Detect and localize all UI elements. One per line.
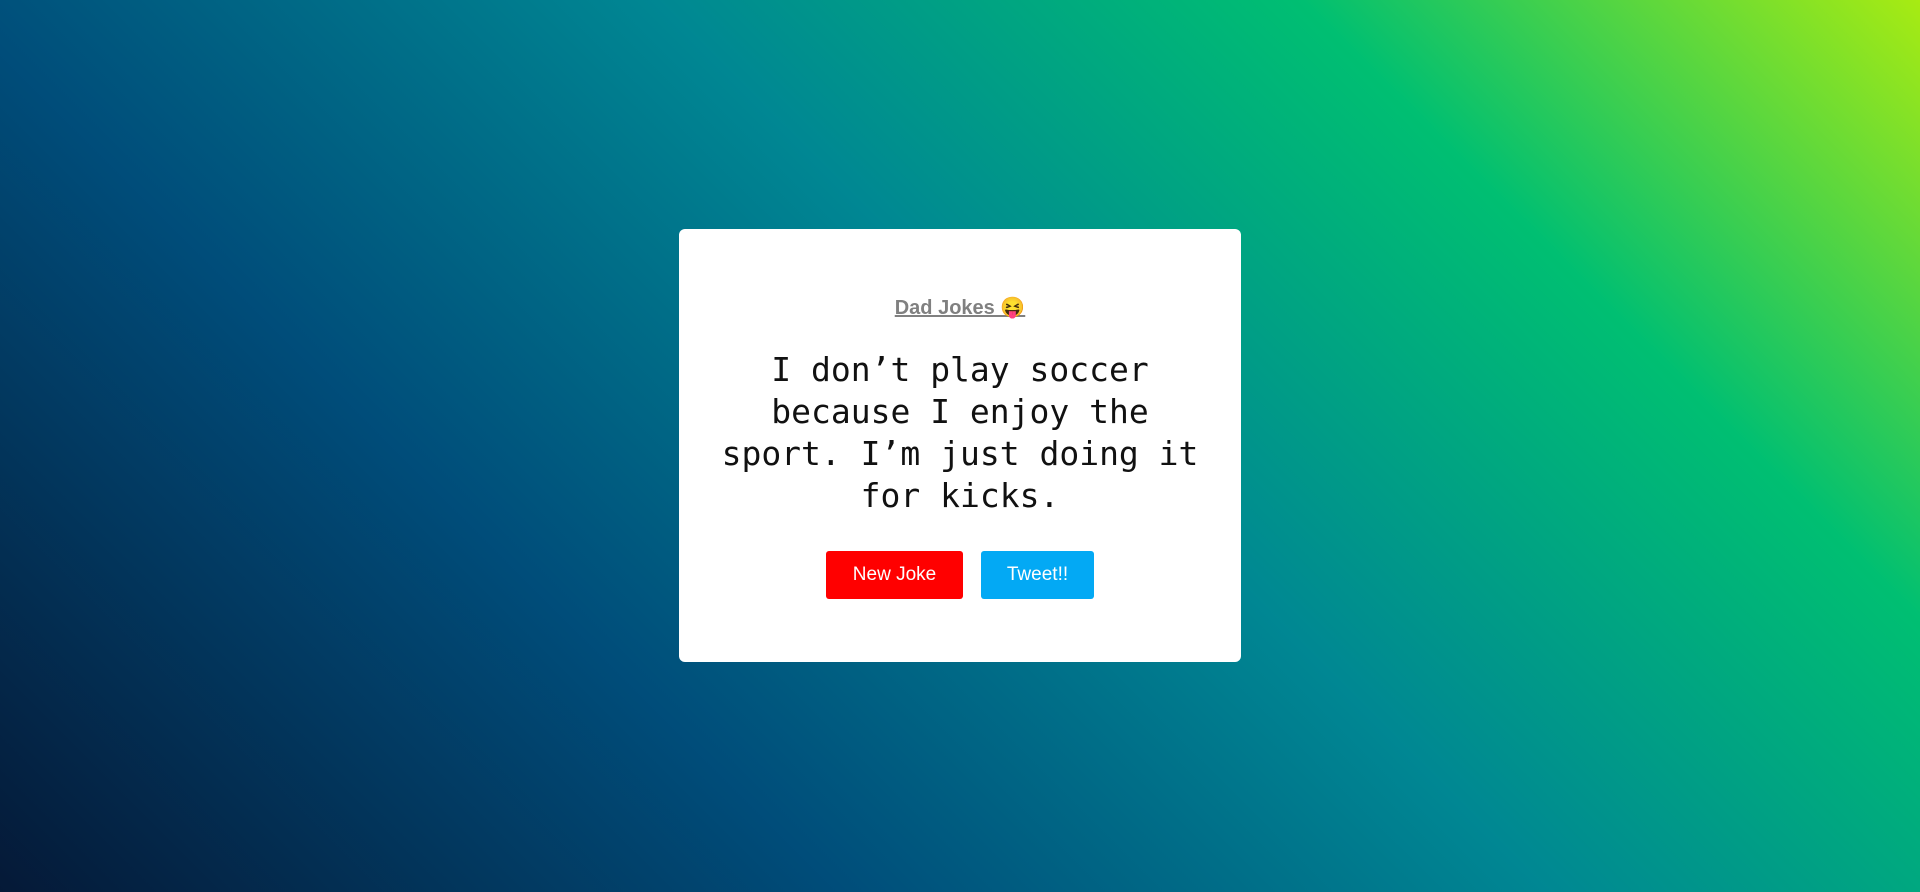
joke-text: I don’t play soccer because I enjoy the … [721,350,1199,515]
joke-card: Dad Jokes 😝 I don’t play soccer because … [679,229,1241,662]
page-title: Dad Jokes 😝 [894,297,1026,319]
new-joke-button[interactable]: New Joke [826,551,963,599]
tweet-button[interactable]: Tweet!! [981,551,1094,599]
button-row: New Joke Tweet!! [679,551,1241,599]
